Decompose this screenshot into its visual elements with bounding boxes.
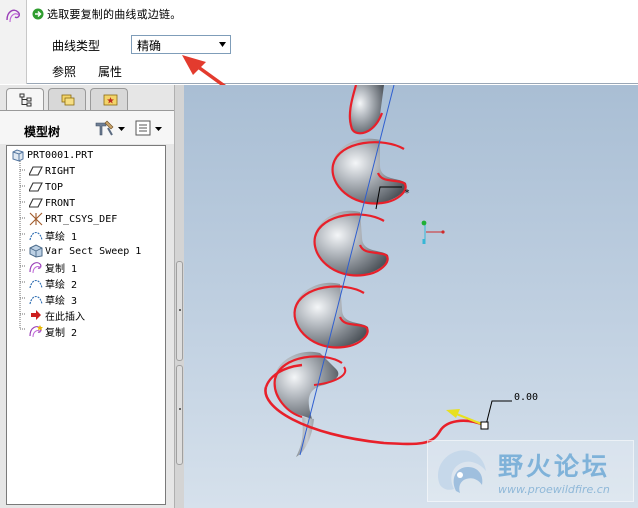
length-dimension[interactable]: 0.00 bbox=[514, 392, 538, 403]
datum-plane-icon bbox=[29, 182, 43, 192]
datum-plane-icon bbox=[29, 198, 43, 208]
tree-show-icon[interactable] bbox=[134, 119, 166, 137]
splitter-grip-bottom[interactable] bbox=[176, 365, 183, 465]
dimension-leader bbox=[485, 400, 512, 426]
tree-item-sketch-2[interactable]: 草绘 2 bbox=[29, 275, 187, 291]
coil-segment-3 bbox=[293, 282, 369, 349]
tree-item-copy-1[interactable]: 复制 1 bbox=[29, 259, 187, 275]
watermark-url: www.proewildfire.cn bbox=[498, 483, 610, 496]
direction-arrow bbox=[453, 411, 485, 427]
panel-splitter[interactable] bbox=[174, 85, 184, 508]
insert-here-arrow-icon bbox=[31, 310, 41, 320]
coordinate-system-icon bbox=[29, 212, 43, 226]
tree-item-part[interactable]: PRT0001.PRT bbox=[11, 147, 169, 163]
forum-watermark: 野火论坛 www.proewildfire.cn bbox=[427, 440, 634, 502]
part-icon bbox=[12, 149, 24, 162]
model-tree-header: 模型树 bbox=[0, 110, 174, 144]
datum-plane-icon bbox=[29, 166, 43, 176]
sweep-icon bbox=[29, 244, 43, 258]
navigator-tabs bbox=[6, 88, 166, 111]
sketch-icon bbox=[29, 231, 43, 241]
splitter-grip-top[interactable] bbox=[176, 261, 183, 361]
folder-browser-icon bbox=[61, 94, 75, 106]
favorites-icon bbox=[103, 94, 118, 106]
curve-type-selected-value: 精确 bbox=[137, 39, 162, 53]
tab-favorites[interactable] bbox=[90, 88, 128, 110]
copy-curve-icon bbox=[29, 262, 42, 274]
prompt-text: 选取要复制的曲线或边链。 bbox=[47, 8, 182, 21]
coil-segment-4 bbox=[273, 351, 347, 419]
tab-model-tree[interactable] bbox=[6, 88, 44, 111]
wildfire-logo-icon bbox=[438, 450, 486, 493]
tree-item-sketch-1[interactable]: 草绘 1 bbox=[29, 227, 187, 243]
tree-item-right[interactable]: RIGHT bbox=[29, 163, 187, 179]
tab-properties[interactable]: 属性 bbox=[98, 63, 122, 80]
model-tree-icon bbox=[19, 93, 32, 107]
green-arrow-icon bbox=[32, 8, 44, 20]
tree-item-var-sect-sweep[interactable]: Var Sect Sweep 1 bbox=[29, 243, 187, 259]
point-label: * bbox=[404, 188, 410, 199]
sketch-icon bbox=[29, 279, 43, 289]
tab-folder-browser[interactable] bbox=[48, 88, 86, 110]
watermark-name: 野火论坛 bbox=[498, 452, 611, 481]
tree-item-sketch-3[interactable]: 草绘 3 bbox=[29, 291, 187, 307]
coil-segment-top bbox=[348, 85, 384, 135]
feature-dashboard: 选取要复制的曲线或边链。 曲线类型 精确 参照 属性 bbox=[0, 0, 638, 84]
tree-item-top[interactable]: TOP bbox=[29, 179, 187, 195]
model-tree: PRT0001.PRT RIGHT TOP FRONT PRT_CSYS_DEF bbox=[6, 145, 166, 505]
message-prompt: 选取要复制的曲线或边链。 bbox=[32, 6, 181, 22]
navigator-panel: 模型树 PRT0001.PRT RIGHT TOP FRONT PRT_CSYS… bbox=[0, 85, 174, 508]
coil-segment-1 bbox=[331, 138, 407, 205]
end-point-handle[interactable] bbox=[480, 421, 489, 430]
model-tree-title: 模型树 bbox=[24, 125, 61, 139]
tree-item-front[interactable]: FRONT bbox=[29, 195, 187, 211]
curve-type-label: 曲线类型 bbox=[52, 39, 101, 53]
chevron-down-icon bbox=[219, 42, 226, 47]
tree-settings-icon[interactable] bbox=[94, 119, 128, 137]
tree-item-insert-here[interactable]: 在此插入 bbox=[29, 307, 187, 323]
tab-references[interactable]: 参照 bbox=[52, 63, 76, 80]
tree-item-csys[interactable]: PRT_CSYS_DEF bbox=[29, 211, 187, 227]
csys-marker bbox=[421, 220, 445, 244]
dashboard-feature-strip bbox=[0, 0, 27, 84]
copy-curve-feature-icon bbox=[6, 9, 20, 23]
sketch-icon bbox=[29, 295, 43, 305]
tree-item-copy-2[interactable]: 复制 2 bbox=[29, 323, 187, 339]
copy-curve-new-icon bbox=[29, 325, 43, 338]
coil-segment-2 bbox=[313, 210, 389, 277]
